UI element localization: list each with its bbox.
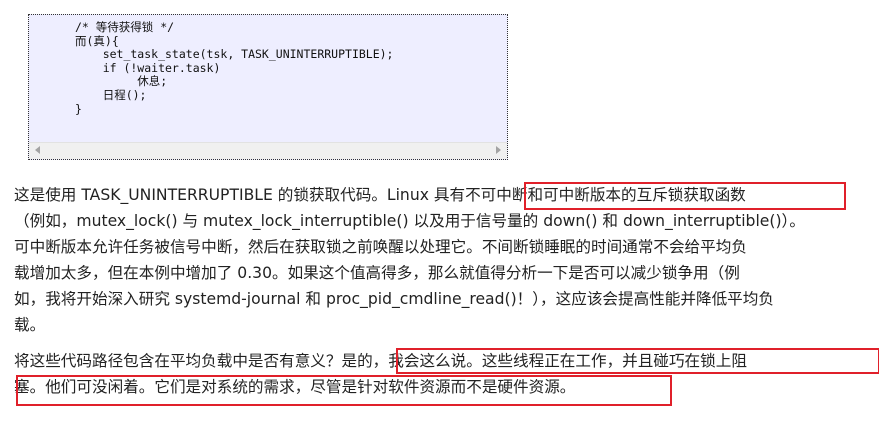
code-content: /* 等待获得锁 */而(真){ set_task_state(tsk, TAS… <box>29 15 507 116</box>
code-line: /* 等待获得锁 */ <box>75 20 175 34</box>
code-line: 而(真){ <box>75 33 119 48</box>
paragraph-line: 载增加太多，但在本例中增加了 0.30。如果这个值高得多，那么就值得分析一下是否… <box>14 264 740 282</box>
paragraph-lock-acquisition: 这是使用 TASK_UNINTERRUPTIBLE 的锁获取代码。Linux 具… <box>14 182 805 338</box>
code-line: } <box>75 101 82 116</box>
paragraph-line: 载。 <box>14 316 46 334</box>
paragraph-line: 可中断版本允许任务被信号中断，然后在获取锁之前唤醒以处理它。不间断锁睡眠的时间通… <box>14 238 747 256</box>
paragraph-line: 这是使用 TASK_UNINTERRUPTIBLE 的锁获取代码。Linux 具… <box>14 186 746 204</box>
scroll-right-arrow-icon[interactable] <box>496 146 501 154</box>
paragraph-line: 塞。他们可没闲着。它们是对系统的需求，尽管是针对软件资源而不是硬件资源。 <box>14 378 576 396</box>
code-line: 休息; <box>75 74 168 89</box>
paragraph-line: 如，我将开始深入研究 systemd-journal 和 proc_pid_cm… <box>14 290 774 308</box>
paragraph-line: （例如，mutex_lock() 与 mutex_lock_interrupti… <box>14 212 805 230</box>
paragraph-line: 将这些代码路径包含在平均负载中是否有意义？是的，我会这么说。这些线程正在工作，并… <box>14 352 747 370</box>
code-line: 日程(); <box>75 87 147 102</box>
code-block: /* 等待获得锁 */而(真){ set_task_state(tsk, TAS… <box>28 14 508 160</box>
code-line: set_task_state(tsk, TASK_UNINTERRUPTIBLE… <box>75 47 394 62</box>
scroll-left-arrow-icon[interactable] <box>35 146 40 154</box>
code-line: if (!waiter.task) <box>75 60 221 75</box>
horizontal-scrollbar[interactable] <box>29 142 507 159</box>
paragraph-load-average-meaning: 将这些代码路径包含在平均负载中是否有意义？是的，我会这么说。这些线程正在工作，并… <box>14 348 747 400</box>
